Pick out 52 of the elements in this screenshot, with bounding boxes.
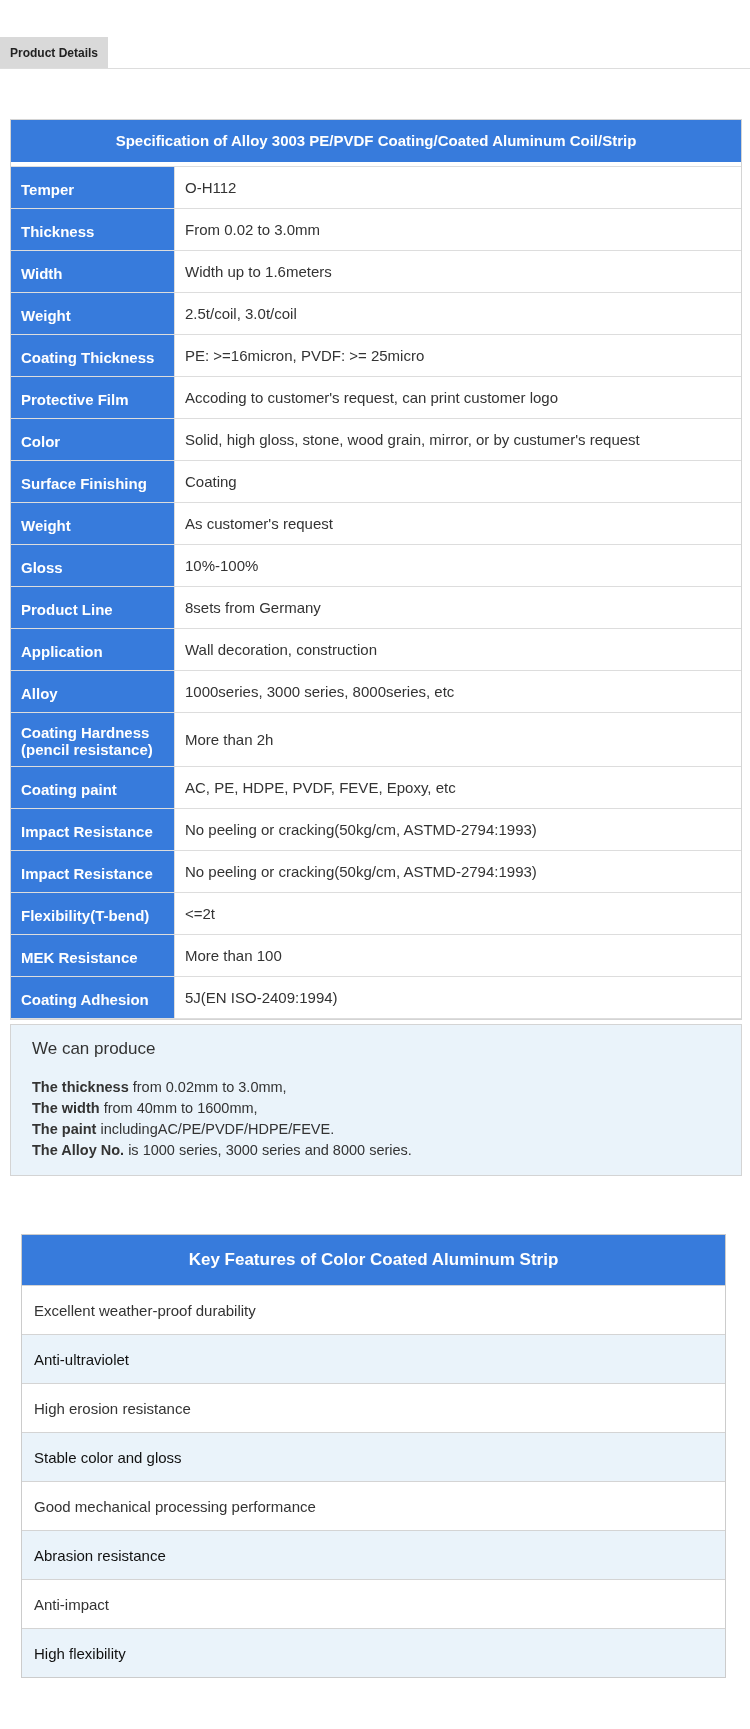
- table-cell-text: 10%-100%: [184, 556, 260, 576]
- feature-row: Anti-ultraviolet: [22, 1334, 725, 1383]
- table-cell-text: From 0.02 to 3.0mm: [184, 220, 322, 240]
- row-label: Coating Thickness: [11, 335, 175, 376]
- row-label: Temper: [11, 167, 175, 208]
- table-title: Key Features of Color Coated Aluminum Strip: [22, 1235, 725, 1285]
- table-cell-text: More than 2h: [184, 730, 275, 750]
- row-label: Coating Hardness (pencil resistance): [11, 713, 175, 766]
- row-label: Product Line: [11, 587, 175, 628]
- table-cell-text: Solid, high gloss, stone, wood grain, mirror, or by custumer's request: [184, 430, 641, 450]
- row-label: Weight: [11, 503, 175, 544]
- row-label: Coating paint: [11, 767, 175, 808]
- table-cell-text: More than 100: [184, 946, 283, 966]
- table-cell-text: <=2t: [184, 904, 217, 924]
- table-cell-text: PE: >=16micron, PVDF: >= 25micro: [184, 346, 426, 366]
- table-cell-text: 5J(EN ISO-2409:1994): [184, 988, 339, 1008]
- spec-line: The Alloy No. is 1000 series, 3000 series and 8000 series.: [32, 1141, 413, 1160]
- table-cell-text: Width up to 1.6meters: [184, 262, 333, 282]
- table-cell-text: Wall decoration, construction: [184, 640, 379, 660]
- row-label: Color: [11, 419, 175, 460]
- feature-row: Stable color and gloss: [22, 1432, 725, 1481]
- row-label: Thickness: [11, 209, 175, 250]
- row-label: Flexibility(T-bend): [11, 893, 175, 934]
- table-cell-text: Accoding to customer's request, can print customer logo: [184, 388, 560, 408]
- row-label: Width: [11, 251, 175, 292]
- row-label: Gloss: [11, 545, 175, 586]
- table-cell-text: No peeling or cracking(50kg/cm, ASTMD-2794:1993): [184, 862, 538, 882]
- row-label: Coating Adhesion: [11, 977, 175, 1018]
- row-label: Impact Resistance: [11, 809, 175, 850]
- table-title: Specification of Alloy 3003 PE/PVDF Coating/Coated Aluminum Coil/Strip: [11, 120, 741, 162]
- table-cell-text: No peeling or cracking(50kg/cm, ASTMD-2794:1993): [184, 820, 538, 840]
- table-cell-text: O-H112: [184, 178, 238, 198]
- spec-line: The width from 40mm to 1600mm,: [32, 1099, 259, 1118]
- table-cell-text: 2.5t/coil, 3.0t/coil: [184, 304, 298, 324]
- feature-row: Abrasion resistance: [22, 1530, 725, 1579]
- spec-line: The paint includingAC/PE/PVDF/HDPE/FEVE.: [32, 1120, 336, 1139]
- table-cell-text: As customer's request: [184, 514, 334, 534]
- section-heading: We can produce: [32, 1039, 157, 1059]
- table-cell-text: Coating: [184, 472, 238, 492]
- row-label: Alloy: [11, 671, 175, 712]
- table-cell-text: 8sets from Germany: [184, 598, 322, 618]
- row-label: MEK Resistance: [11, 935, 175, 976]
- feature-row: High flexibility: [22, 1628, 725, 1677]
- table-cell-text: 1000series, 3000 series, 8000series, etc: [184, 682, 456, 702]
- row-label: Impact Resistance: [11, 851, 175, 892]
- table-cell-text: AC, PE, HDPE, PVDF, FEVE, Epoxy, etc: [184, 778, 457, 798]
- row-label: Weight: [11, 293, 175, 334]
- row-label: Protective Film: [11, 377, 175, 418]
- spec-line: The thickness from 0.02mm to 3.0mm,: [32, 1078, 288, 1097]
- row-label: Surface Finishing: [11, 461, 175, 502]
- tab[interactable]: Product Details: [0, 37, 109, 68]
- row-label: Application: [11, 629, 175, 670]
